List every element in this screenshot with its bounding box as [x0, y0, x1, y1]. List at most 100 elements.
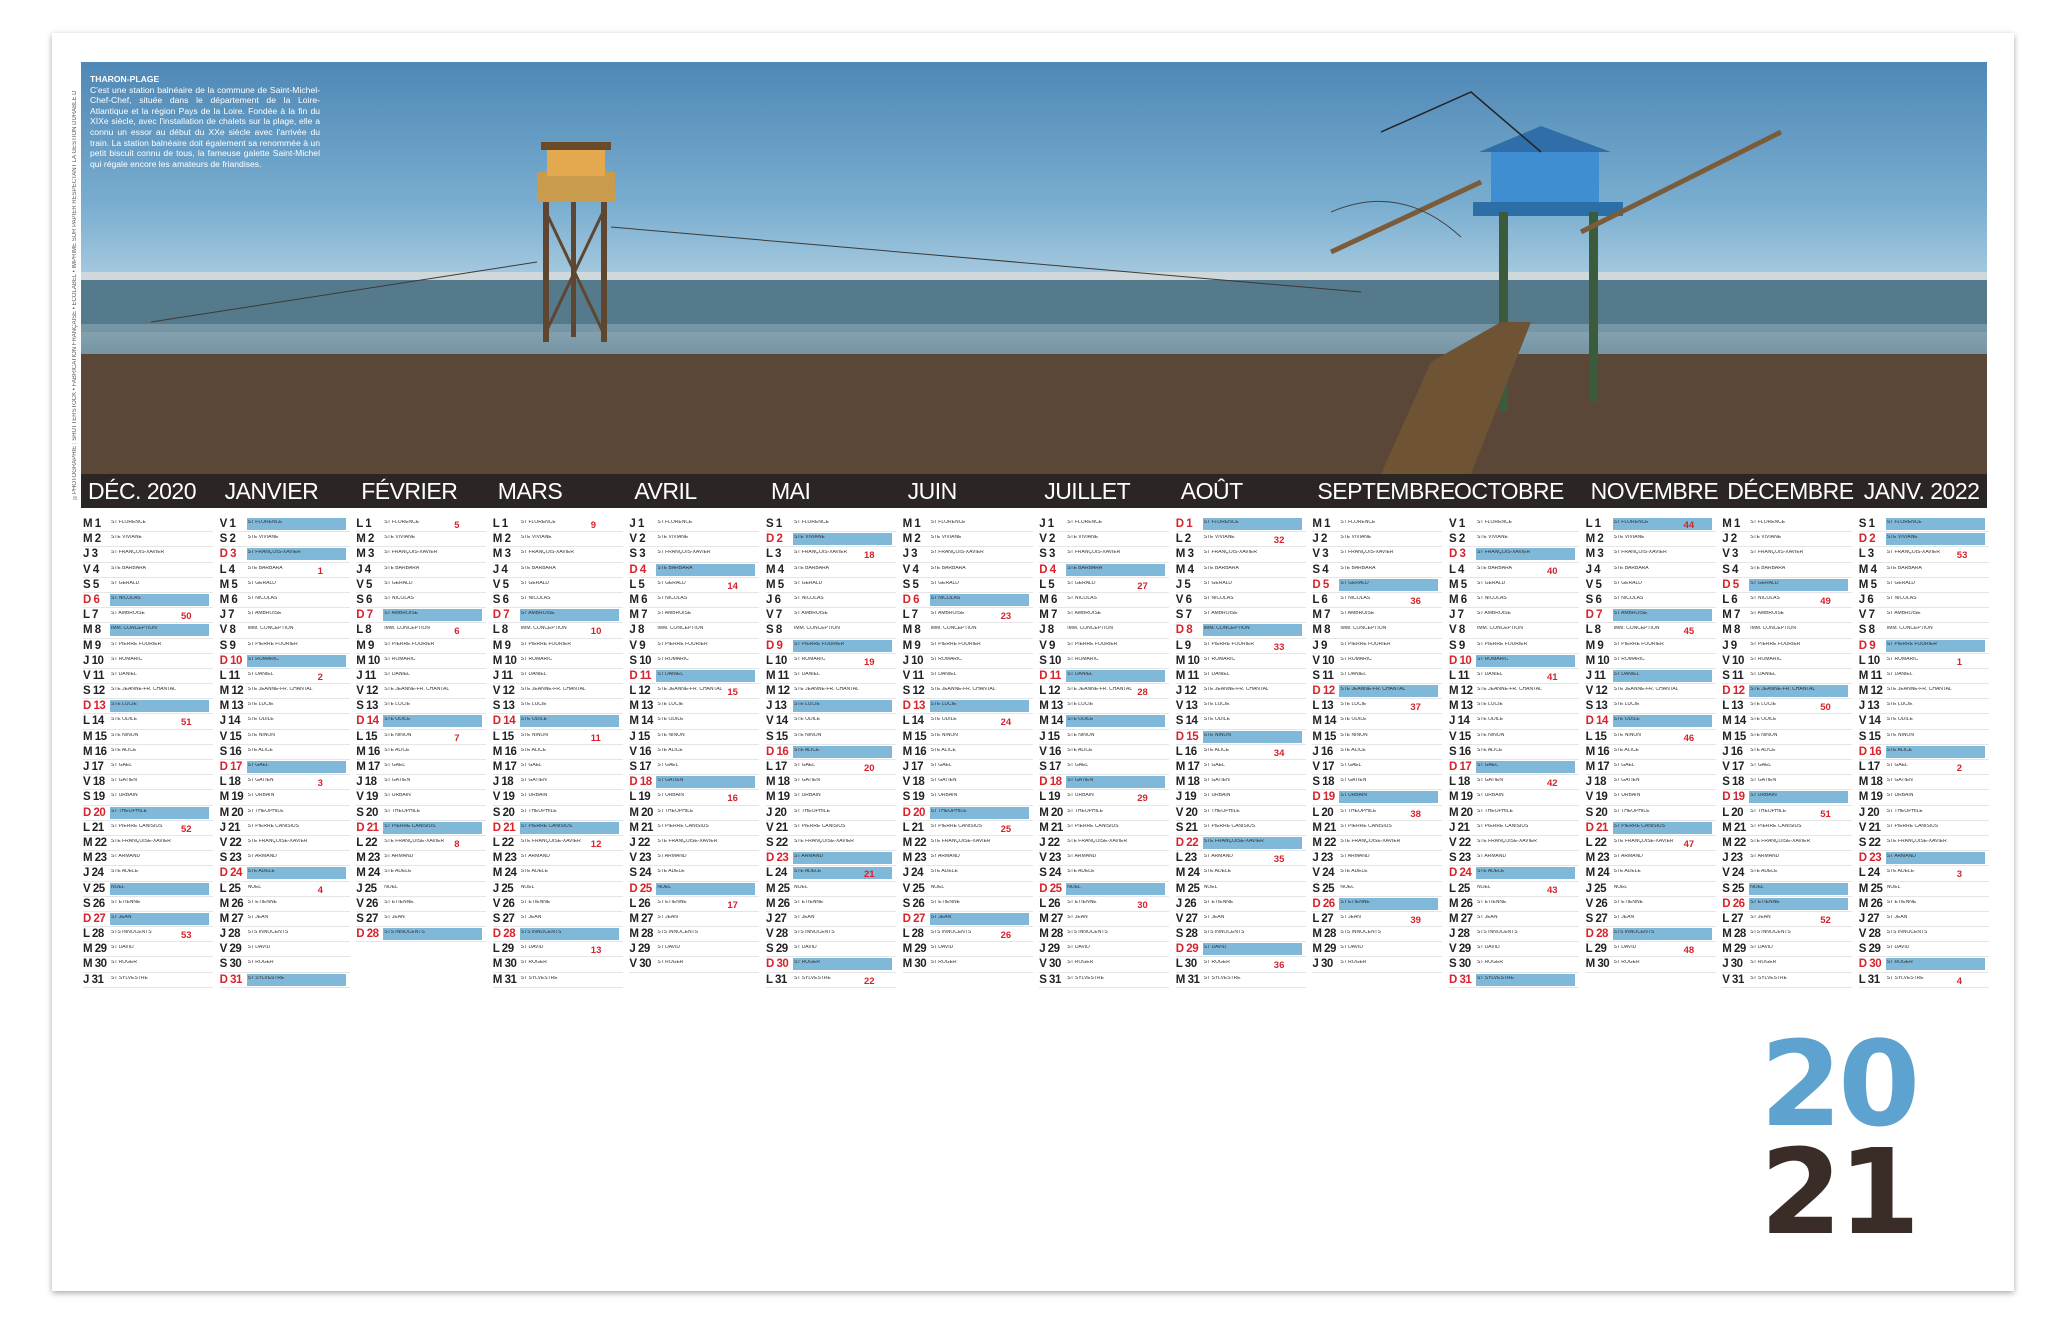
day-number: M 20: [629, 806, 653, 819]
day-row: D 9 ST PIERRE FOURIER: [766, 639, 896, 654]
saint-name: ST FLORENCE: [1203, 520, 1239, 525]
saint-name: ST FLORENCE: [794, 520, 829, 525]
day-number: M 19: [219, 791, 244, 804]
day-row: L 24 STE ADÈLE 3: [1858, 866, 1989, 882]
day-row: D 14 STE ODILE: [356, 714, 487, 730]
saint-name: ST ROMARIC: [384, 656, 416, 662]
saint-name: ST URBAIN: [930, 793, 958, 799]
day-number: D 4: [1039, 563, 1056, 576]
day-row: M 5 ST GÉRALD: [1858, 578, 1989, 593]
day-number: L 23: [1175, 852, 1197, 865]
day-number: J 28: [219, 928, 241, 941]
day-row: S 6 ST NICOLAS: [492, 593, 623, 609]
saint-name: ST PIERRE FOURIER: [1477, 641, 1528, 647]
saint-name: STE BARBARA: [1750, 565, 1786, 571]
day-row: J 25 NOËL: [492, 882, 623, 897]
day-number: M 15: [1722, 730, 1746, 743]
day-number: M 3: [1175, 548, 1194, 561]
saint-name: ST ROMARIC: [657, 656, 689, 662]
day-number: S 6: [1585, 593, 1602, 606]
saint-name: ST PIERRE FOURIER: [1750, 641, 1801, 647]
saint-name: STE BARBARA: [384, 565, 420, 571]
month-label: NOVEMBRE: [1590, 478, 1719, 504]
day-row: M 26 ST ÉTIENNE: [766, 897, 896, 912]
saint-name: ST JEAN: [1203, 914, 1225, 920]
saint-name: ST GAËL: [930, 763, 952, 768]
day-row: S 20 ST THÉOPHILE: [492, 806, 623, 821]
saint-name: IMM. CONCEPTION: [794, 626, 840, 632]
saint-name: ST PIERRE CANISIUS: [657, 823, 709, 829]
day-row: V 23 ST ARMAND: [1039, 851, 1170, 867]
saint-name: ST THÉOPHILE: [1203, 808, 1240, 814]
day-row: V 3 ST FRANÇOIS-XAVIER: [1312, 547, 1443, 563]
month-column: S 1 ST FLORENCE D 2 STE VIVIANE L 3 ST FRANÇO…: [766, 517, 896, 988]
day-row: S 12 STE JEANNE-FR. CHANTAL: [902, 684, 1033, 700]
saint-name: STE LUCIE: [794, 702, 820, 708]
saint-name: STE NINON: [1477, 732, 1505, 738]
week-number: 1: [317, 565, 323, 577]
saint-name: ST GÉRALD: [111, 580, 140, 586]
day-number: J 24: [902, 867, 924, 880]
day-number: L 1: [1585, 518, 1601, 530]
day-number: V 25: [902, 882, 925, 895]
day-number: M 23: [1585, 852, 1610, 865]
day-number: L 15: [1585, 730, 1607, 743]
day-row: D 7 ST AMBROISE: [356, 608, 487, 624]
saint-name: STE NINON: [111, 732, 139, 738]
day-number: J 6: [766, 593, 781, 606]
day-row: J 6 ST NICOLAS: [766, 593, 896, 609]
day-number: D 31: [219, 973, 243, 986]
day-number: M 8: [83, 624, 101, 637]
saint-name: STE NINON: [1340, 732, 1368, 738]
day-number: J 18: [492, 776, 514, 789]
saint-name: STE BARBARA: [1067, 565, 1103, 571]
saint-name: ST FLORENCE: [930, 520, 966, 525]
saint-name: STE VIVIANE: [794, 535, 825, 541]
saint-name: ST FRANÇOIS-XAVIER: [1613, 550, 1667, 556]
day-row: S 14 STE ODILE: [1175, 714, 1306, 730]
week-number: 15: [727, 687, 738, 699]
day-row: M 27 ST JEAN: [219, 912, 350, 928]
saint-name: STE JEANNE-FR. CHANTAL: [794, 687, 859, 693]
saint-name: ST GAËL: [111, 763, 133, 768]
month-column: M 1 ST FLORENCE J 2 STE VIVIANE V 3 ST FRANÇO…: [1722, 517, 1853, 988]
day-row: L 13 STE LUCIE 50: [1722, 699, 1853, 715]
day-number: M 22: [83, 836, 107, 849]
day-row: S 29 ST DAVID: [766, 942, 896, 958]
saint-name: IMM. CONCEPTION: [247, 626, 294, 632]
saint-name: ST ROGER: [1340, 960, 1367, 966]
saint-name: STE ALICE: [794, 747, 820, 753]
day-row: M 1 ST FLORENCE: [1312, 517, 1443, 533]
day-number: J 15: [629, 730, 650, 743]
saint-name: STE BARBARA: [1203, 565, 1239, 571]
day-number: M 20: [219, 806, 244, 819]
day-number: M 1: [1312, 518, 1331, 530]
day-number: M 8: [902, 624, 921, 637]
saint-name: IMM. CONCEPTION: [1886, 626, 1933, 632]
saint-name: ST DANIEL: [1750, 671, 1776, 677]
day-number: M 24: [1175, 867, 1200, 880]
saint-name: ST NICOLAS: [384, 595, 414, 601]
day-number: V 16: [629, 745, 652, 758]
month-label: AVRIL: [634, 478, 697, 504]
day-row: L 24 STE ADÈLE 21: [766, 866, 896, 882]
day-number: L 4: [219, 563, 235, 576]
day-row: S 22 STE FRANÇOISE-XAVIER: [1858, 836, 1989, 852]
day-row: M 21 ST PIERRE CANISIUS: [1312, 821, 1443, 836]
saint-name: STE ADÈLE: [657, 869, 685, 875]
day-row: J 20 ST THÉOPHILE: [1858, 806, 1989, 821]
saint-name: STE NINON: [1750, 732, 1778, 738]
saint-name: IMM. CONCEPTION: [657, 626, 704, 632]
saint-name: STE ODILE: [1203, 717, 1230, 723]
saint-name: STE VIVIANE: [1886, 535, 1918, 541]
day-number: J 28: [1449, 928, 1470, 941]
day-number: J 2: [1722, 533, 1737, 546]
day-row: J 16 STE ALICE: [1722, 745, 1853, 760]
day-number: V 2: [1039, 533, 1055, 546]
saint-name: NOËL: [794, 884, 808, 890]
day-number: L 22: [1585, 836, 1607, 849]
day-row: D 17 ST GAËL: [1449, 760, 1579, 776]
day-row: J 30 ST ROGER: [1312, 957, 1443, 973]
day-number: L 20: [1722, 806, 1743, 819]
saint-name: ST DAVID: [247, 945, 271, 951]
